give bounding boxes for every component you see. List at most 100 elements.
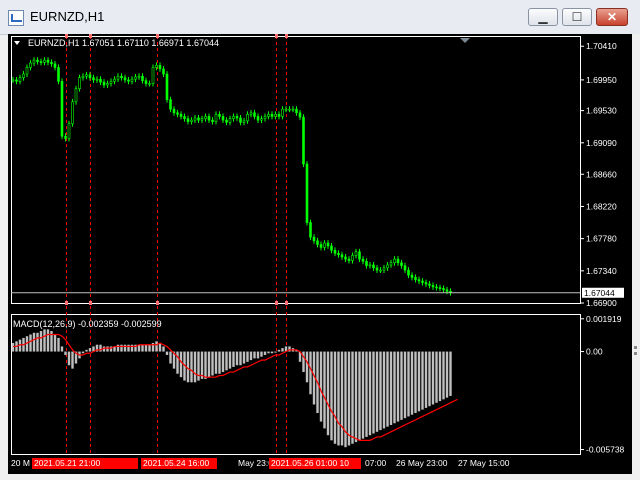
candle-body — [403, 265, 407, 271]
candle-body — [393, 258, 396, 264]
macd-bar — [319, 351, 323, 422]
macd-bar — [239, 351, 242, 366]
candle-body — [309, 222, 312, 238]
candle-body — [431, 285, 435, 288]
macd-bar — [200, 351, 204, 379]
macd-bar — [358, 351, 361, 441]
candle-body — [169, 99, 172, 110]
candle-body — [137, 75, 141, 78]
macd-bar — [445, 351, 449, 398]
candle-body — [291, 108, 295, 111]
candle-body — [11, 79, 15, 82]
time-tick-label: 20 M — [11, 458, 30, 468]
candle-body — [144, 80, 148, 84]
collapse-triangle-icon — [14, 41, 20, 45]
candle-body — [176, 112, 179, 115]
candle-body — [183, 116, 186, 119]
chart-canvas[interactable]: 1.70410 1.69950 1.69530 1.69090 1.68660 1.682… — [8, 34, 632, 474]
candle-body — [445, 289, 449, 292]
candle-body — [246, 113, 249, 122]
candle-body — [120, 75, 123, 78]
candle-body — [305, 163, 309, 223]
event-marker-tag — [65, 301, 68, 305]
time-tick-label: 27 May 15:00 — [458, 458, 510, 468]
candle-body — [113, 78, 116, 82]
macd-bar — [368, 351, 372, 436]
macd-bar — [407, 351, 410, 417]
event-marker-tag — [275, 301, 278, 305]
candle-body — [389, 262, 393, 266]
macd-bar — [274, 351, 277, 353]
candle-body — [46, 59, 50, 63]
resize-grip[interactable] — [634, 346, 637, 349]
macd-header: MACD(12,26,9) -0.002359 -0.002599 — [13, 319, 162, 329]
macd-bar — [67, 351, 71, 366]
macd-bar — [410, 351, 414, 415]
candle-body — [298, 112, 302, 118]
resize-grip[interactable] — [634, 352, 637, 355]
candle-body — [410, 274, 414, 278]
candle-body — [36, 59, 39, 62]
chart-area[interactable]: 1.70410 1.69950 1.69530 1.69090 1.68660 1.682… — [8, 34, 632, 474]
candle-body — [417, 279, 421, 282]
close-button[interactable]: ✕ — [596, 8, 628, 26]
macd-bar — [337, 351, 340, 446]
candle-body — [295, 108, 298, 114]
price-tick-label: 1.69530 — [586, 106, 617, 116]
macd-bar — [382, 351, 386, 429]
candle-body — [53, 63, 57, 68]
macd-bar — [169, 351, 172, 364]
candle-body — [39, 61, 43, 63]
candle-body — [18, 77, 22, 82]
macd-bar — [141, 344, 144, 352]
macd-bar — [326, 351, 330, 436]
candle-body — [396, 258, 400, 264]
macd-bar — [365, 351, 368, 437]
candle-body — [200, 118, 204, 121]
macd-bar — [214, 351, 218, 374]
candle-body — [67, 123, 71, 139]
macd-bar — [253, 351, 256, 359]
candle-body — [95, 78, 99, 81]
candle-body — [218, 113, 221, 117]
candle-body — [249, 112, 253, 115]
main-chart-header: EURNZD,H1 1.67051 1.67110 1.66971 1.6704… — [28, 38, 219, 48]
minimize-button[interactable]: ▁ — [528, 8, 558, 26]
price-tick-label: 1.69090 — [586, 138, 617, 148]
macd-bar — [32, 332, 36, 352]
current-price-label: 1.67044 — [584, 288, 615, 298]
macd-bar — [438, 351, 442, 402]
macd-bar — [393, 351, 396, 424]
candle-body — [386, 264, 389, 269]
maximize-button[interactable]: ☐ — [562, 8, 592, 26]
candle-body — [211, 119, 214, 122]
macd-histogram — [11, 329, 452, 448]
macd-bar — [379, 351, 382, 431]
candle-body — [228, 118, 232, 123]
candle-body — [382, 267, 386, 271]
macd-bar — [235, 351, 239, 366]
macd-bar — [148, 344, 151, 352]
event-marker-tag — [285, 301, 288, 305]
candle-body — [141, 75, 144, 81]
candle-body — [190, 119, 193, 122]
macd-bar — [204, 351, 207, 379]
macd-bar — [186, 351, 190, 383]
candle-body — [207, 116, 211, 121]
macd-bar — [386, 351, 389, 427]
candle-body — [179, 113, 183, 117]
candle-body — [15, 79, 18, 82]
title-bar[interactable]: EURNZD,H1 ▁ ☐ ✕ — [0, 0, 640, 35]
macd-bar — [144, 344, 148, 352]
macd-bar — [36, 332, 39, 352]
chart-frames — [11, 36, 581, 455]
candle-body — [64, 135, 67, 139]
candle-body — [109, 81, 113, 84]
candle-body — [186, 118, 190, 122]
highlighted-time-label: 2021.05.26 01:00 10 — [271, 458, 349, 468]
candle-body — [43, 59, 46, 63]
candle-body — [326, 242, 330, 247]
macd-bar — [46, 329, 50, 352]
macd-bar — [256, 351, 260, 359]
macd-bar — [64, 351, 67, 355]
